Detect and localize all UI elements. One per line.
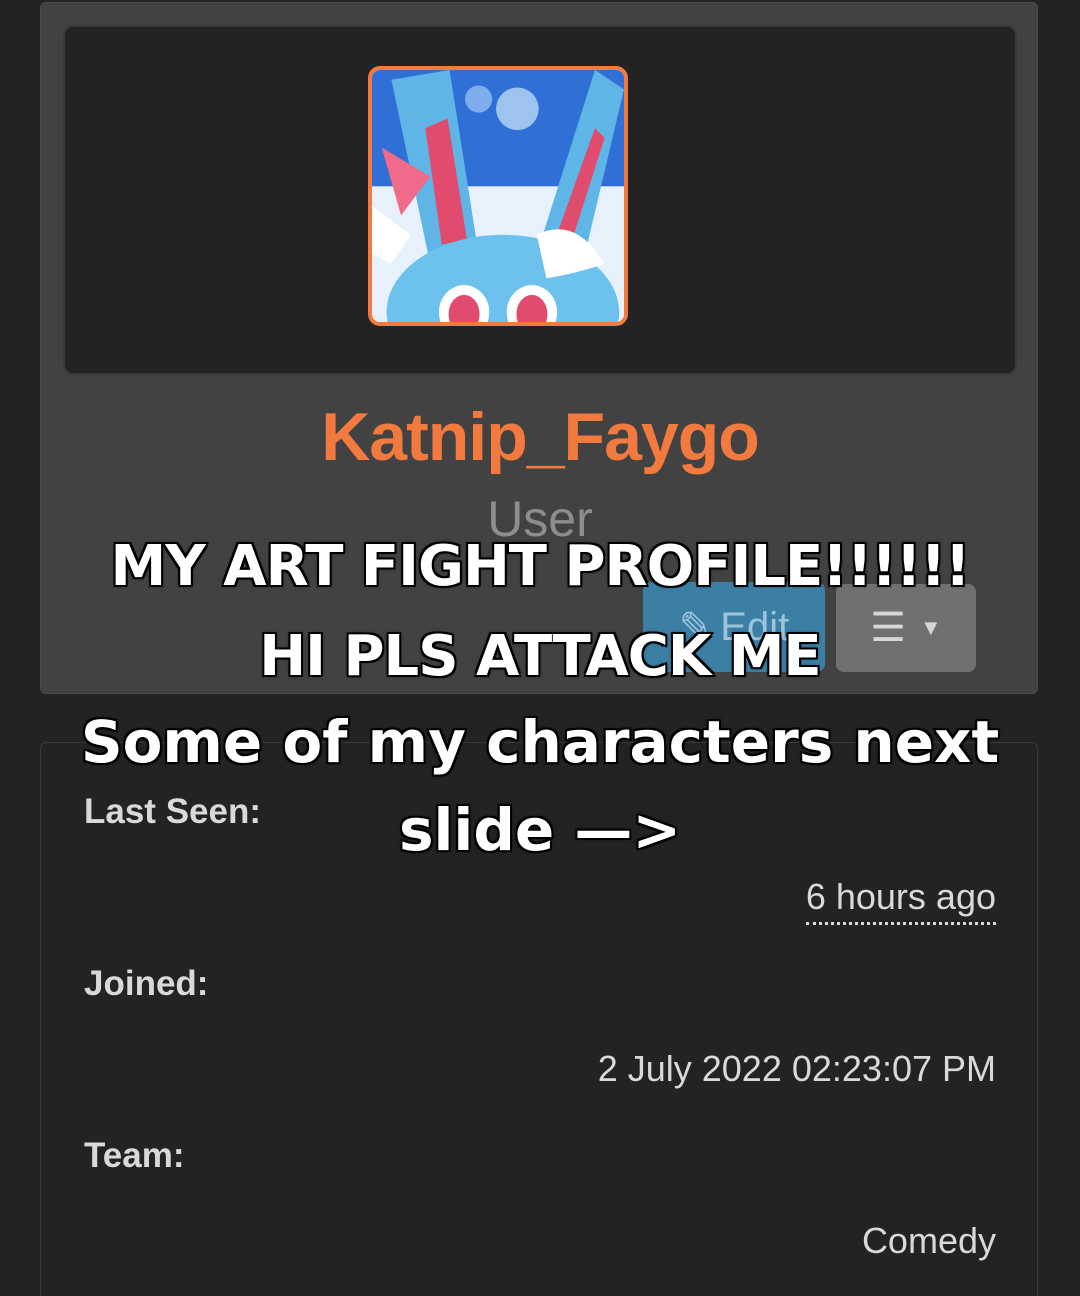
team-value[interactable]: Comedy: [862, 1220, 996, 1262]
caption-line-2: HI PLS ATTACK ME: [258, 623, 823, 691]
team-label: Team:: [84, 1136, 185, 1175]
username: Katnip_Faygo: [321, 399, 760, 475]
last-seen-value[interactable]: 6 hours ago: [805, 876, 996, 925]
joined-value: 2 July 2022 02:23:07 PM: [597, 1048, 996, 1089]
caption-line-3: Some of my characters next: [79, 707, 1000, 778]
caption-line-4: slide —>: [398, 795, 683, 866]
avatar-image: [372, 70, 624, 322]
avatar[interactable]: [368, 66, 628, 326]
page: Katnip_Faygo User ✎ Edit ☰ ▼ Last Seen: …: [0, 0, 1080, 1296]
caption-line-1: MY ART FIGHT PROFILE!!!!!!: [109, 533, 972, 601]
joined-label: Joined:: [84, 964, 209, 1003]
